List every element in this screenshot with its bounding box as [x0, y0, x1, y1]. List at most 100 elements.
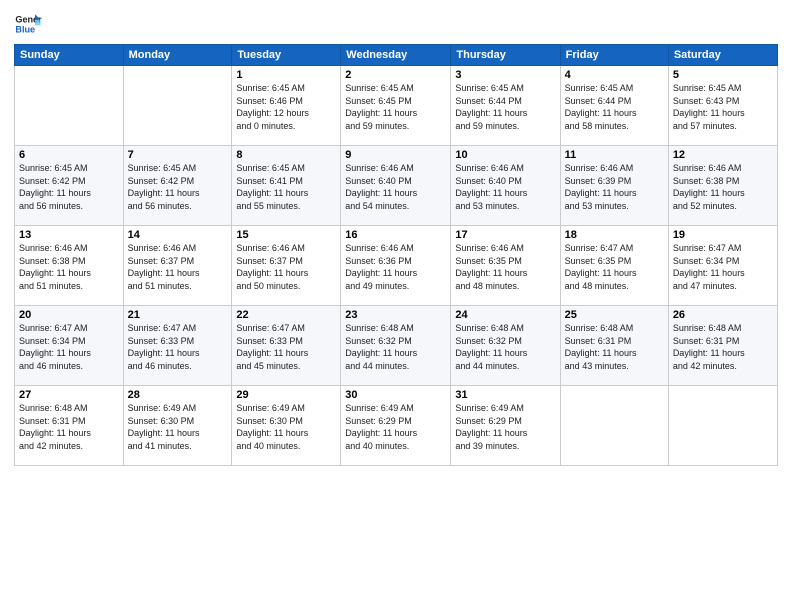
day-number: 6 — [19, 149, 119, 161]
day-cell: 18Sunrise: 6:47 AM Sunset: 6:35 PM Dayli… — [560, 226, 668, 306]
day-info: Sunrise: 6:46 AM Sunset: 6:40 PM Dayligh… — [455, 162, 555, 212]
header-day: Thursday — [451, 45, 560, 66]
day-cell: 31Sunrise: 6:49 AM Sunset: 6:29 PM Dayli… — [451, 386, 560, 466]
day-info: Sunrise: 6:47 AM Sunset: 6:34 PM Dayligh… — [19, 322, 119, 372]
day-number: 15 — [236, 229, 336, 241]
day-number: 10 — [455, 149, 555, 161]
day-number: 2 — [345, 69, 446, 81]
day-number: 11 — [565, 149, 664, 161]
day-cell: 25Sunrise: 6:48 AM Sunset: 6:31 PM Dayli… — [560, 306, 668, 386]
day-cell: 11Sunrise: 6:46 AM Sunset: 6:39 PM Dayli… — [560, 146, 668, 226]
day-info: Sunrise: 6:49 AM Sunset: 6:30 PM Dayligh… — [128, 402, 228, 452]
header: General Blue — [14, 10, 778, 38]
day-number: 23 — [345, 309, 446, 321]
day-cell — [123, 66, 232, 146]
day-cell: 29Sunrise: 6:49 AM Sunset: 6:30 PM Dayli… — [232, 386, 341, 466]
day-info: Sunrise: 6:45 AM Sunset: 6:41 PM Dayligh… — [236, 162, 336, 212]
day-info: Sunrise: 6:45 AM Sunset: 6:42 PM Dayligh… — [128, 162, 228, 212]
day-info: Sunrise: 6:48 AM Sunset: 6:31 PM Dayligh… — [565, 322, 664, 372]
header-day: Saturday — [668, 45, 777, 66]
day-cell: 9Sunrise: 6:46 AM Sunset: 6:40 PM Daylig… — [341, 146, 451, 226]
day-cell: 12Sunrise: 6:46 AM Sunset: 6:38 PM Dayli… — [668, 146, 777, 226]
day-number: 8 — [236, 149, 336, 161]
day-cell: 22Sunrise: 6:47 AM Sunset: 6:33 PM Dayli… — [232, 306, 341, 386]
day-cell: 1Sunrise: 6:45 AM Sunset: 6:46 PM Daylig… — [232, 66, 341, 146]
day-cell: 13Sunrise: 6:46 AM Sunset: 6:38 PM Dayli… — [15, 226, 124, 306]
day-number: 17 — [455, 229, 555, 241]
day-cell: 28Sunrise: 6:49 AM Sunset: 6:30 PM Dayli… — [123, 386, 232, 466]
day-info: Sunrise: 6:48 AM Sunset: 6:31 PM Dayligh… — [673, 322, 773, 372]
day-number: 26 — [673, 309, 773, 321]
day-cell: 21Sunrise: 6:47 AM Sunset: 6:33 PM Dayli… — [123, 306, 232, 386]
day-info: Sunrise: 6:49 AM Sunset: 6:29 PM Dayligh… — [455, 402, 555, 452]
day-number: 7 — [128, 149, 228, 161]
day-cell: 7Sunrise: 6:45 AM Sunset: 6:42 PM Daylig… — [123, 146, 232, 226]
day-number: 4 — [565, 69, 664, 81]
day-info: Sunrise: 6:48 AM Sunset: 6:32 PM Dayligh… — [455, 322, 555, 372]
day-info: Sunrise: 6:45 AM Sunset: 6:44 PM Dayligh… — [455, 82, 555, 132]
day-cell: 17Sunrise: 6:46 AM Sunset: 6:35 PM Dayli… — [451, 226, 560, 306]
day-cell: 3Sunrise: 6:45 AM Sunset: 6:44 PM Daylig… — [451, 66, 560, 146]
day-cell — [668, 386, 777, 466]
day-number: 19 — [673, 229, 773, 241]
day-info: Sunrise: 6:48 AM Sunset: 6:31 PM Dayligh… — [19, 402, 119, 452]
day-number: 3 — [455, 69, 555, 81]
day-cell: 19Sunrise: 6:47 AM Sunset: 6:34 PM Dayli… — [668, 226, 777, 306]
week-row: 13Sunrise: 6:46 AM Sunset: 6:38 PM Dayli… — [15, 226, 778, 306]
day-info: Sunrise: 6:45 AM Sunset: 6:45 PM Dayligh… — [345, 82, 446, 132]
day-info: Sunrise: 6:47 AM Sunset: 6:34 PM Dayligh… — [673, 242, 773, 292]
day-info: Sunrise: 6:46 AM Sunset: 6:40 PM Dayligh… — [345, 162, 446, 212]
day-info: Sunrise: 6:47 AM Sunset: 6:35 PM Dayligh… — [565, 242, 664, 292]
day-info: Sunrise: 6:46 AM Sunset: 6:38 PM Dayligh… — [19, 242, 119, 292]
day-info: Sunrise: 6:46 AM Sunset: 6:37 PM Dayligh… — [128, 242, 228, 292]
day-info: Sunrise: 6:45 AM Sunset: 6:46 PM Dayligh… — [236, 82, 336, 132]
week-row: 27Sunrise: 6:48 AM Sunset: 6:31 PM Dayli… — [15, 386, 778, 466]
header-day: Wednesday — [341, 45, 451, 66]
day-number: 14 — [128, 229, 228, 241]
day-info: Sunrise: 6:46 AM Sunset: 6:35 PM Dayligh… — [455, 242, 555, 292]
day-number: 5 — [673, 69, 773, 81]
day-info: Sunrise: 6:46 AM Sunset: 6:37 PM Dayligh… — [236, 242, 336, 292]
header-day: Monday — [123, 45, 232, 66]
header-day: Friday — [560, 45, 668, 66]
day-info: Sunrise: 6:49 AM Sunset: 6:29 PM Dayligh… — [345, 402, 446, 452]
week-row: 6Sunrise: 6:45 AM Sunset: 6:42 PM Daylig… — [15, 146, 778, 226]
day-info: Sunrise: 6:46 AM Sunset: 6:36 PM Dayligh… — [345, 242, 446, 292]
day-number: 18 — [565, 229, 664, 241]
day-info: Sunrise: 6:47 AM Sunset: 6:33 PM Dayligh… — [236, 322, 336, 372]
day-info: Sunrise: 6:45 AM Sunset: 6:43 PM Dayligh… — [673, 82, 773, 132]
week-row: 1Sunrise: 6:45 AM Sunset: 6:46 PM Daylig… — [15, 66, 778, 146]
day-info: Sunrise: 6:47 AM Sunset: 6:33 PM Dayligh… — [128, 322, 228, 372]
calendar: SundayMondayTuesdayWednesdayThursdayFrid… — [14, 44, 778, 466]
day-cell: 20Sunrise: 6:47 AM Sunset: 6:34 PM Dayli… — [15, 306, 124, 386]
day-number: 29 — [236, 389, 336, 401]
day-info: Sunrise: 6:45 AM Sunset: 6:44 PM Dayligh… — [565, 82, 664, 132]
day-number: 20 — [19, 309, 119, 321]
day-number: 22 — [236, 309, 336, 321]
day-number: 24 — [455, 309, 555, 321]
day-cell: 23Sunrise: 6:48 AM Sunset: 6:32 PM Dayli… — [341, 306, 451, 386]
day-info: Sunrise: 6:48 AM Sunset: 6:32 PM Dayligh… — [345, 322, 446, 372]
day-cell — [560, 386, 668, 466]
day-cell: 24Sunrise: 6:48 AM Sunset: 6:32 PM Dayli… — [451, 306, 560, 386]
header-day: Tuesday — [232, 45, 341, 66]
day-cell: 26Sunrise: 6:48 AM Sunset: 6:31 PM Dayli… — [668, 306, 777, 386]
day-info: Sunrise: 6:46 AM Sunset: 6:39 PM Dayligh… — [565, 162, 664, 212]
day-cell: 27Sunrise: 6:48 AM Sunset: 6:31 PM Dayli… — [15, 386, 124, 466]
day-info: Sunrise: 6:46 AM Sunset: 6:38 PM Dayligh… — [673, 162, 773, 212]
day-number: 9 — [345, 149, 446, 161]
day-cell: 10Sunrise: 6:46 AM Sunset: 6:40 PM Dayli… — [451, 146, 560, 226]
day-number: 16 — [345, 229, 446, 241]
week-row: 20Sunrise: 6:47 AM Sunset: 6:34 PM Dayli… — [15, 306, 778, 386]
day-cell: 30Sunrise: 6:49 AM Sunset: 6:29 PM Dayli… — [341, 386, 451, 466]
logo-area: General Blue — [14, 10, 42, 38]
day-number: 1 — [236, 69, 336, 81]
day-info: Sunrise: 6:45 AM Sunset: 6:42 PM Dayligh… — [19, 162, 119, 212]
day-number: 28 — [128, 389, 228, 401]
day-cell: 5Sunrise: 6:45 AM Sunset: 6:43 PM Daylig… — [668, 66, 777, 146]
page: General Blue SundayMondayTuesdayWednesda… — [0, 0, 792, 612]
logo-icon: General Blue — [14, 10, 42, 38]
day-cell: 2Sunrise: 6:45 AM Sunset: 6:45 PM Daylig… — [341, 66, 451, 146]
day-number: 27 — [19, 389, 119, 401]
day-cell: 6Sunrise: 6:45 AM Sunset: 6:42 PM Daylig… — [15, 146, 124, 226]
